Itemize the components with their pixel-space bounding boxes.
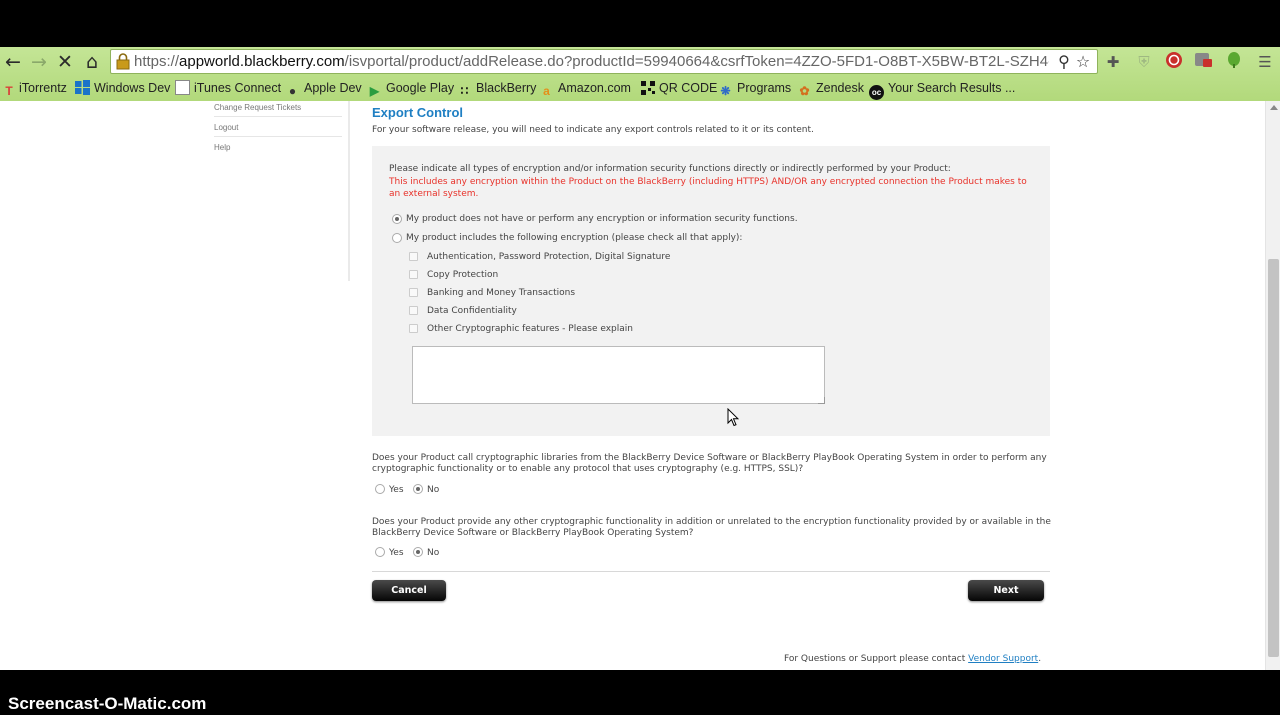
checkbox-other-cryptographic[interactable] bbox=[409, 324, 418, 333]
url-text: https://appworld.blackberry.com/isvporta… bbox=[134, 53, 1049, 70]
puzzle-extension-icon[interactable]: ✚ bbox=[1102, 51, 1124, 73]
encryption-panel: Please indicate all types of encryption … bbox=[372, 146, 1050, 436]
form-divider bbox=[372, 571, 1050, 572]
checkbox-banking-label: Banking and Money Transactions bbox=[427, 288, 576, 298]
bookmarks-bar: TiTorrentz Windows Dev iTunes Connect ● A… bbox=[0, 76, 1280, 101]
evernote-extension-icon[interactable] bbox=[1223, 51, 1245, 73]
next-button[interactable]: Next bbox=[968, 580, 1044, 601]
bookmark-google-play[interactable]: ▶ Google Play bbox=[367, 80, 454, 98]
radio-other-crypto-yes-label: Yes bbox=[389, 548, 404, 558]
support-note: For Questions or Support please contact … bbox=[784, 654, 1042, 664]
question-other-crypto: Does your Product provide any other cryp… bbox=[372, 517, 1051, 538]
radio-libraries-yes-label: Yes bbox=[389, 485, 404, 495]
page-icon bbox=[175, 80, 190, 95]
radio-libraries-no[interactable] bbox=[413, 484, 423, 494]
amazon-icon: a bbox=[543, 84, 550, 98]
checkbox-copy-protection-label: Copy Protection bbox=[427, 270, 499, 280]
radio-no-encryption-label: My product does not have or perform any … bbox=[406, 214, 798, 224]
bookmark-itorrentz[interactable]: TiTorrentz bbox=[3, 80, 67, 98]
page-viewport: Change Request Tickets Logout Help Expor… bbox=[0, 101, 1265, 670]
vendor-support-link[interactable]: Vendor Support bbox=[968, 654, 1038, 664]
lock-icon bbox=[116, 53, 130, 70]
checkbox-data-confidentiality[interactable] bbox=[409, 306, 418, 315]
sidebar-link-logout[interactable]: Logout bbox=[214, 117, 342, 137]
radio-other-crypto-no[interactable] bbox=[413, 547, 423, 557]
shield-extension-icon[interactable]: ⛨ bbox=[1133, 51, 1155, 73]
sidebar-link-change-request-tickets[interactable]: Change Request Tickets bbox=[214, 101, 342, 117]
search-results-icon: oc bbox=[869, 85, 884, 100]
encryption-warning: This includes any encryption within the … bbox=[389, 177, 1027, 199]
radio-no-encryption[interactable] bbox=[392, 214, 402, 224]
screencast-watermark: Screencast-O-Matic.com bbox=[8, 694, 207, 713]
bookmark-programs[interactable]: ❋ Programs bbox=[718, 80, 791, 98]
checkbox-banking[interactable] bbox=[409, 288, 418, 297]
menu-icon[interactable]: ☰ bbox=[1254, 51, 1276, 73]
bookmark-itunes-connect[interactable]: iTunes Connect bbox=[175, 80, 281, 98]
page-title: Export Control bbox=[372, 105, 463, 120]
forward-arrow-icon[interactable]: → bbox=[28, 51, 50, 73]
browser-toolbar: ← → ✕ ⌂ https://appworld.blackberry.com/… bbox=[0, 47, 1280, 76]
page-intro: For your software release, you will need… bbox=[372, 125, 814, 135]
home-icon[interactable]: ⌂ bbox=[81, 51, 103, 73]
search-icon[interactable]: ⚲ bbox=[1054, 52, 1074, 72]
qr-icon bbox=[640, 81, 655, 96]
radio-includes-encryption[interactable] bbox=[392, 233, 402, 243]
radio-includes-encryption-label: My product includes the following encryp… bbox=[406, 233, 743, 243]
bookmark-windows-dev[interactable]: Windows Dev bbox=[75, 80, 170, 98]
bookmark-amazon[interactable]: a Amazon.com bbox=[539, 80, 631, 98]
radio-other-crypto-no-label: No bbox=[427, 548, 440, 558]
bookmark-apple-dev[interactable]: ● Apple Dev bbox=[285, 80, 362, 98]
scroll-thumb[interactable] bbox=[1268, 259, 1279, 657]
windows-icon bbox=[75, 80, 90, 95]
adblock-extension-icon[interactable] bbox=[1163, 51, 1185, 73]
checkbox-other-cryptographic-label: Other Cryptographic features - Please ex… bbox=[427, 324, 633, 334]
address-bar[interactable]: https://appworld.blackberry.com/isvporta… bbox=[110, 49, 1098, 74]
radio-libraries-yes[interactable] bbox=[375, 484, 385, 494]
programs-icon: ❋ bbox=[720, 84, 731, 98]
checkbox-data-confidentiality-label: Data Confidentiality bbox=[427, 306, 517, 316]
checkbox-authentication-label: Authentication, Password Protection, Dig… bbox=[427, 252, 671, 262]
zendesk-icon: ✿ bbox=[799, 84, 810, 98]
bookmark-star-icon[interactable]: ☆ bbox=[1073, 52, 1093, 72]
sidebar-link-help[interactable]: Help bbox=[214, 137, 342, 156]
sidebar: Change Request Tickets Logout Help bbox=[205, 101, 350, 281]
scroll-up-arrow-icon[interactable] bbox=[1270, 105, 1278, 110]
blackberry-icon: ∷ bbox=[460, 84, 469, 98]
torrent-icon: T bbox=[5, 84, 13, 98]
bookmark-qr-code[interactable]: QR CODE bbox=[640, 80, 717, 98]
checkbox-authentication[interactable] bbox=[409, 252, 418, 261]
radio-libraries-no-label: No bbox=[427, 485, 440, 495]
notes-extension-icon[interactable] bbox=[1193, 51, 1215, 73]
stop-loading-icon[interactable]: ✕ bbox=[54, 51, 76, 73]
radio-other-crypto-yes[interactable] bbox=[375, 547, 385, 557]
back-arrow-icon[interactable]: ← bbox=[2, 51, 24, 73]
apple-icon: ● bbox=[288, 84, 297, 98]
bookmark-search-results[interactable]: oc Your Search Results ... bbox=[869, 80, 1015, 100]
browser-chrome: ← → ✕ ⌂ https://appworld.blackberry.com/… bbox=[0, 47, 1280, 101]
checkbox-copy-protection[interactable] bbox=[409, 270, 418, 279]
cancel-button[interactable]: Cancel bbox=[372, 580, 446, 601]
screen: ← → ✕ ⌂ https://appworld.blackberry.com/… bbox=[0, 0, 1280, 715]
encryption-instruction: Please indicate all types of encryption … bbox=[389, 164, 951, 174]
play-icon: ▶ bbox=[369, 84, 380, 98]
bookmark-blackberry[interactable]: ∷ BlackBerry bbox=[457, 80, 537, 98]
mouse-cursor-icon bbox=[727, 408, 739, 427]
explain-textarea[interactable] bbox=[412, 346, 825, 404]
textarea-resize-handle[interactable] bbox=[818, 397, 825, 404]
page-scrollbar[interactable] bbox=[1265, 101, 1280, 670]
question-libraries: Does your Product call cryptographic lib… bbox=[372, 453, 1047, 474]
bookmark-zendesk[interactable]: ✿ Zendesk bbox=[797, 80, 863, 98]
